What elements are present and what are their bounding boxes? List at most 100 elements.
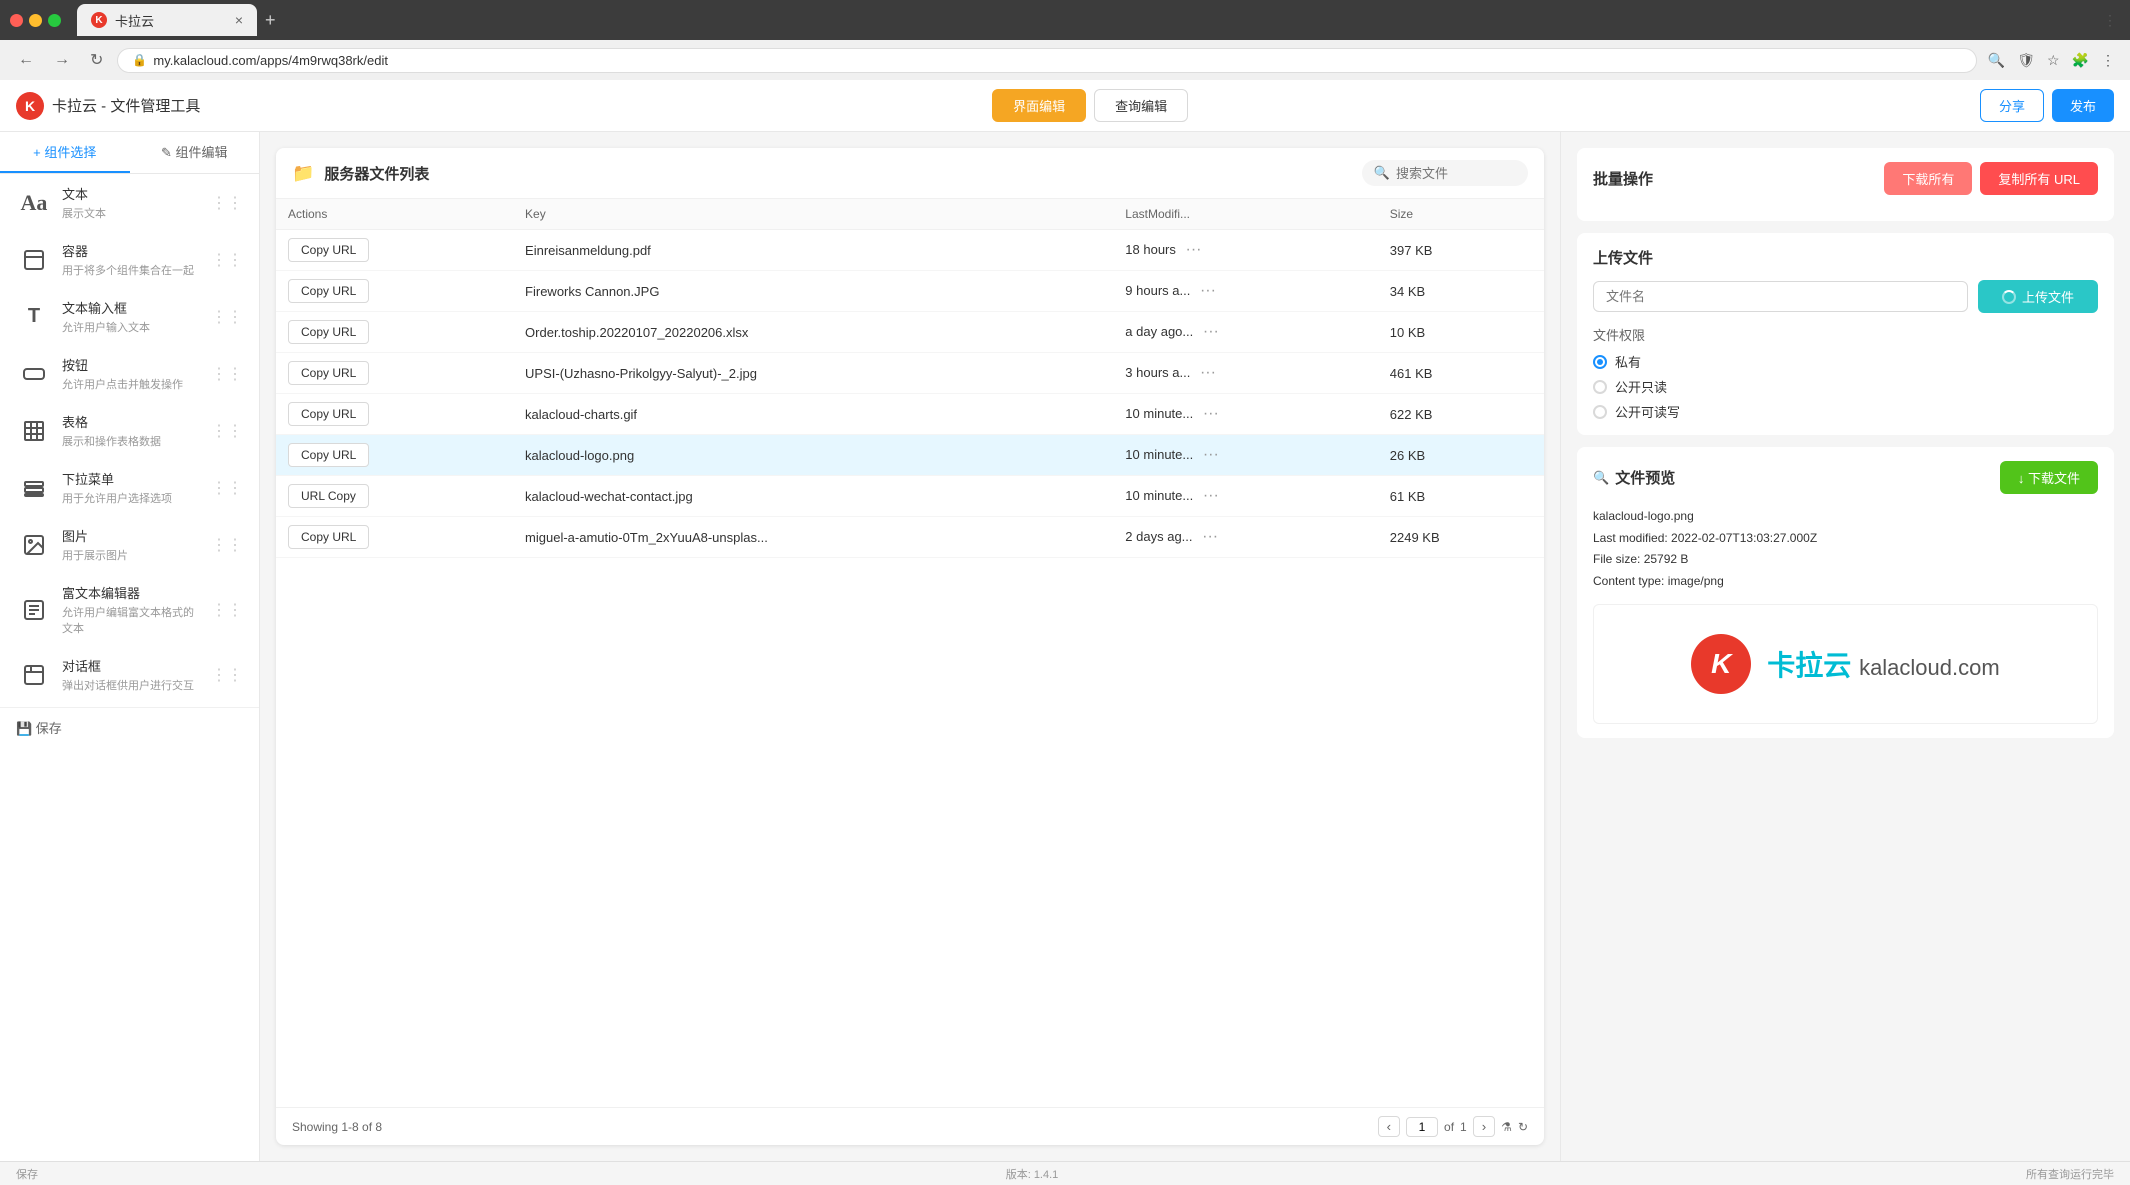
radio-public-rw-indicator xyxy=(1593,405,1607,419)
maximize-dot[interactable] xyxy=(48,14,61,27)
tab-close-icon[interactable]: × xyxy=(235,12,243,28)
more-dots-icon[interactable]: ··· xyxy=(1200,282,1216,299)
drag-handle-table[interactable]: ⋮⋮ xyxy=(211,421,243,441)
copy-all-url-button[interactable]: 复制所有 URL xyxy=(1980,162,2098,195)
version-label: 版本: 1.4.1 xyxy=(1006,1166,1059,1182)
copy-url-button[interactable]: Copy URL xyxy=(288,361,369,385)
upload-file-button[interactable]: 上传文件 xyxy=(1978,280,2098,313)
radio-public-read-indicator xyxy=(1593,380,1607,394)
component-item-textinput[interactable]: T 文本输入框 允许用户输入文本 ⋮⋮ xyxy=(0,288,259,345)
file-key: Einreisanmeldung.pdf xyxy=(513,230,1113,271)
file-size: 10 KB xyxy=(1378,312,1544,353)
component-name-image: 图片 xyxy=(62,526,201,545)
component-item-table[interactable]: 表格 展示和操作表格数据 ⋮⋮ xyxy=(0,402,259,459)
refresh-icon[interactable]: ↻ xyxy=(1518,1120,1528,1134)
filename-input[interactable] xyxy=(1593,281,1968,312)
query-edit-tab[interactable]: 查询编辑 xyxy=(1094,89,1188,122)
file-size: 461 KB xyxy=(1378,353,1544,394)
filter-icon[interactable]: ⚗ xyxy=(1501,1120,1512,1134)
radio-public-rw[interactable]: 公开可读写 xyxy=(1593,402,2098,421)
table-row[interactable]: Copy URL miguel-a-amutio-0Tm_2xYuuA8-uns… xyxy=(276,517,1544,558)
drag-handle-container[interactable]: ⋮⋮ xyxy=(211,250,243,270)
table-row[interactable]: Copy URL kalacloud-charts.gif 10 minute.… xyxy=(276,394,1544,435)
search-icon[interactable]: 🔍 xyxy=(1985,49,2008,72)
more-dots-icon[interactable]: ··· xyxy=(1186,241,1202,258)
shield-icon[interactable]: 🛡 xyxy=(2014,49,2038,72)
sidebar-tab-edit[interactable]: ✎ 组件编辑 xyxy=(130,132,260,173)
copy-url-button[interactable]: Copy URL xyxy=(288,525,369,549)
drag-handle-image[interactable]: ⋮⋮ xyxy=(211,535,243,555)
copy-url-button[interactable]: URL Copy xyxy=(288,484,369,508)
copy-url-button[interactable]: Copy URL xyxy=(288,279,369,303)
radio-public-read[interactable]: 公开只读 xyxy=(1593,377,2098,396)
component-item-dropdown[interactable]: 下拉菜单 用于允许用户选择选项 ⋮⋮ xyxy=(0,459,259,516)
table-row[interactable]: Copy URL Order.toship.20220107_20220206.… xyxy=(276,312,1544,353)
bottom-bar: 保存 版本: 1.4.1 所有查询运行完毕 xyxy=(0,1161,2130,1185)
component-desc-textinput: 允许用户输入文本 xyxy=(62,319,201,335)
preview-filename: kalacloud-logo.png xyxy=(1593,506,2098,528)
ui-edit-tab[interactable]: 界面编辑 xyxy=(992,89,1086,122)
search-input[interactable] xyxy=(1396,166,1516,181)
component-item-button[interactable]: 按钮 允许用户点击并触发操作 ⋮⋮ xyxy=(0,345,259,402)
more-dots-icon[interactable]: ··· xyxy=(1203,323,1219,340)
component-item-text[interactable]: Aa 文本 展示文本 ⋮⋮ xyxy=(0,174,259,231)
drag-handle-textinput[interactable]: ⋮⋮ xyxy=(211,307,243,327)
table-row[interactable]: Copy URL Einreisanmeldung.pdf 18 hours ·… xyxy=(276,230,1544,271)
new-tab-button[interactable]: + xyxy=(265,10,276,31)
minimize-dot[interactable] xyxy=(29,14,42,27)
copy-url-button[interactable]: Copy URL xyxy=(288,320,369,344)
upload-section: 上传文件 上传文件 文件权限 私有 xyxy=(1577,233,2114,435)
page-controls: ‹ of 1 › ⚗ ↻ xyxy=(1378,1116,1528,1137)
extensions-icon[interactable]: 🧩 xyxy=(2069,49,2092,72)
table-row[interactable]: Copy URL UPSI-(Uzhasno-Prikolgyy-Salyut)… xyxy=(276,353,1544,394)
search-icon: 🔍 xyxy=(1374,165,1390,181)
component-item-container[interactable]: 容器 用于将多个组件集合在一起 ⋮⋮ xyxy=(0,231,259,288)
next-page-button[interactable]: › xyxy=(1473,1116,1495,1137)
drag-handle-button[interactable]: ⋮⋮ xyxy=(211,364,243,384)
file-size: 34 KB xyxy=(1378,271,1544,312)
forward-button[interactable]: → xyxy=(48,49,76,71)
folder-icon: 📁 xyxy=(292,163,314,184)
table-row[interactable]: Copy URL Fireworks Cannon.JPG 9 hours a.… xyxy=(276,271,1544,312)
more-dots-icon[interactable]: ··· xyxy=(1202,528,1218,545)
image-component-icon xyxy=(16,527,52,563)
prev-page-button[interactable]: ‹ xyxy=(1378,1116,1400,1137)
active-tab[interactable]: K 卡拉云 × xyxy=(77,4,257,36)
main-layout: + 组件选择 ✎ 组件编辑 Aa 文本 展示文本 ⋮⋮ 容器 用于将多个组件 xyxy=(0,132,2130,1161)
sidebar-tab-components[interactable]: + 组件选择 xyxy=(0,132,130,173)
more-dots-icon[interactable]: ··· xyxy=(1203,487,1219,504)
url-text: my.kalacloud.com/apps/4m9rwq38rk/edit xyxy=(153,53,388,68)
more-dots-icon[interactable]: ··· xyxy=(1203,446,1219,463)
refresh-button[interactable]: ↻ xyxy=(84,48,109,72)
star-icon[interactable]: ☆ xyxy=(2044,49,2063,72)
more-dots-icon[interactable]: ··· xyxy=(1200,364,1216,381)
save-label: 💾 保存 xyxy=(0,707,259,747)
table-row[interactable]: URL Copy kalacloud-wechat-contact.jpg 10… xyxy=(276,476,1544,517)
share-button[interactable]: 分享 xyxy=(1980,89,2044,122)
component-desc-dialog: 弹出对话框供用户进行交互 xyxy=(62,677,201,693)
component-item-image[interactable]: 图片 用于展示图片 ⋮⋮ xyxy=(0,516,259,573)
drag-handle-dialog[interactable]: ⋮⋮ xyxy=(211,665,243,685)
copy-url-button[interactable]: Copy URL xyxy=(288,238,369,262)
back-button[interactable]: ← xyxy=(12,49,40,71)
component-item-dialog[interactable]: 对话框 弹出对话框供用户进行交互 ⋮⋮ xyxy=(0,646,259,703)
drag-handle-text[interactable]: ⋮⋮ xyxy=(211,193,243,213)
download-all-button[interactable]: 下载所有 xyxy=(1884,162,1972,195)
file-modified: 9 hours a... ··· xyxy=(1113,271,1377,312)
address-bar[interactable]: 🔒 my.kalacloud.com/apps/4m9rwq38rk/edit xyxy=(117,48,1976,73)
drag-handle-dropdown[interactable]: ⋮⋮ xyxy=(211,478,243,498)
download-file-button[interactable]: ↓ 下载文件 xyxy=(2000,461,2098,494)
radio-private[interactable]: 私有 xyxy=(1593,352,2098,371)
browser-menu-icon[interactable]: ⋮ xyxy=(2100,9,2120,32)
close-dot[interactable] xyxy=(10,14,23,27)
copy-url-button[interactable]: Copy URL xyxy=(288,443,369,467)
more-dots-icon[interactable]: ··· xyxy=(1203,405,1219,422)
page-input[interactable] xyxy=(1406,1117,1438,1137)
copy-url-button[interactable]: Copy URL xyxy=(288,402,369,426)
component-name-button: 按钮 xyxy=(62,355,201,374)
more-icon[interactable]: ⋮ xyxy=(2098,49,2118,72)
drag-handle-richtext[interactable]: ⋮⋮ xyxy=(211,600,243,620)
component-item-richtext[interactable]: 富文本编辑器 允许用户编辑富文本格式的文本 ⋮⋮ xyxy=(0,573,259,646)
table-row[interactable]: Copy URL kalacloud-logo.png 10 minute...… xyxy=(276,435,1544,476)
publish-button[interactable]: 发布 xyxy=(2052,89,2114,122)
